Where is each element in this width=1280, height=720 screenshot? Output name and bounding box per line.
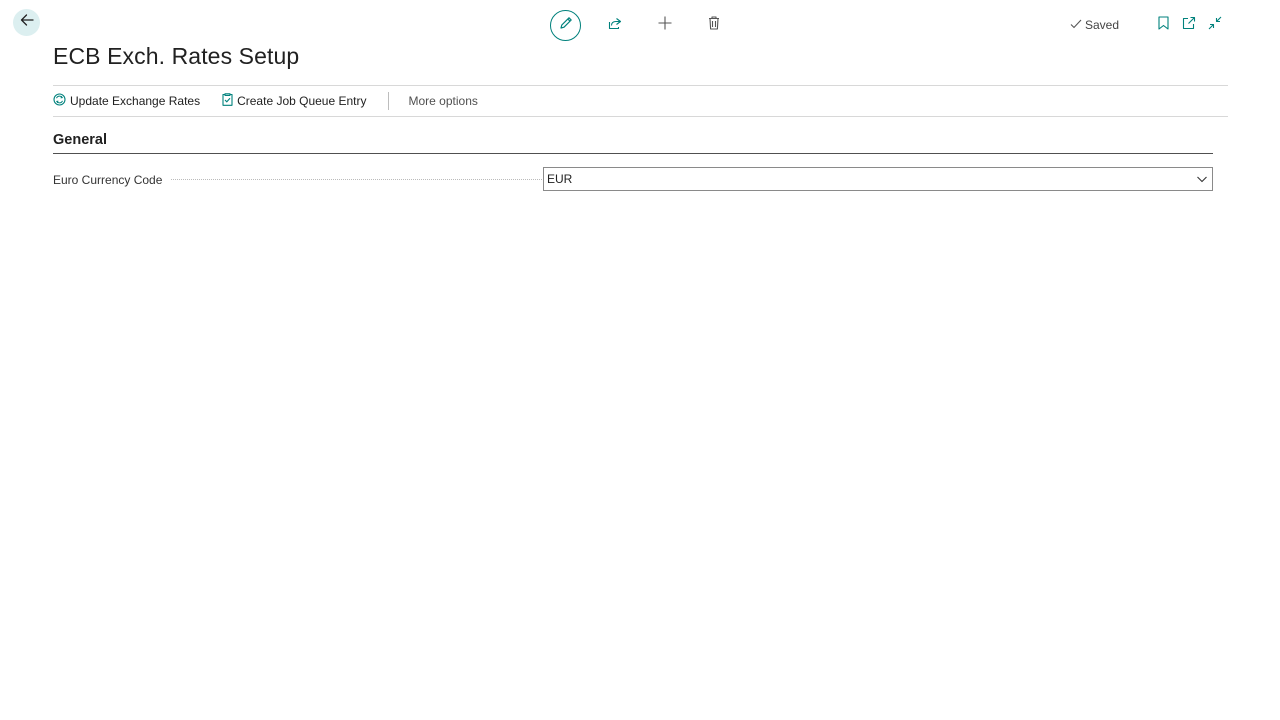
edit-button[interactable]	[550, 9, 581, 41]
create-job-queue-entry-label: Create Job Queue Entry	[237, 94, 367, 108]
pencil-icon	[559, 16, 573, 35]
bookmark-icon	[1157, 15, 1169, 35]
back-button[interactable]	[13, 9, 40, 36]
section-general-title[interactable]: General	[53, 132, 107, 148]
saved-status: Saved	[1070, 18, 1119, 32]
open-in-new-icon	[1182, 16, 1196, 35]
page-title: ECB Exch. Rates Setup	[53, 43, 300, 69]
euro-currency-code-select[interactable]: EUR	[543, 167, 1213, 191]
share-icon	[608, 16, 622, 35]
create-job-queue-entry-button[interactable]: Create Job Queue Entry	[222, 86, 367, 116]
euro-currency-code-value: EUR	[547, 172, 573, 186]
checkmark-icon	[1070, 18, 1085, 32]
trash-icon	[708, 15, 720, 35]
page-controls: Saved	[1070, 14, 1225, 36]
saved-label: Saved	[1084, 18, 1119, 32]
update-exchange-rates-label: Update Exchange Rates	[70, 94, 201, 108]
action-separator	[387, 92, 389, 110]
clipboard-check-icon	[222, 93, 237, 109]
bookmark-button[interactable]	[1153, 15, 1173, 35]
field-leader-dots	[171, 179, 547, 180]
section-divider	[53, 153, 1213, 154]
field-euro-currency-code: Euro Currency Code EUR	[53, 167, 1213, 192]
collapse-icon	[1208, 16, 1222, 35]
delete-button[interactable]	[702, 13, 726, 37]
exchange-rates-icon	[53, 93, 70, 109]
share-button[interactable]	[603, 13, 627, 37]
top-toolbar	[550, 9, 726, 41]
update-exchange-rates-button[interactable]: Update Exchange Rates	[53, 86, 200, 116]
arrow-left-icon	[20, 13, 34, 32]
more-options-button[interactable]: More options	[409, 94, 478, 108]
euro-currency-code-label[interactable]: Euro Currency Code	[53, 173, 162, 187]
new-button[interactable]	[653, 13, 677, 37]
open-new-window-button[interactable]	[1179, 15, 1199, 35]
collapse-button[interactable]	[1205, 15, 1225, 35]
action-bar: Update Exchange Rates Create Job Queue E…	[53, 85, 1228, 117]
plus-icon	[658, 16, 672, 35]
chevron-down-icon	[1196, 173, 1208, 188]
